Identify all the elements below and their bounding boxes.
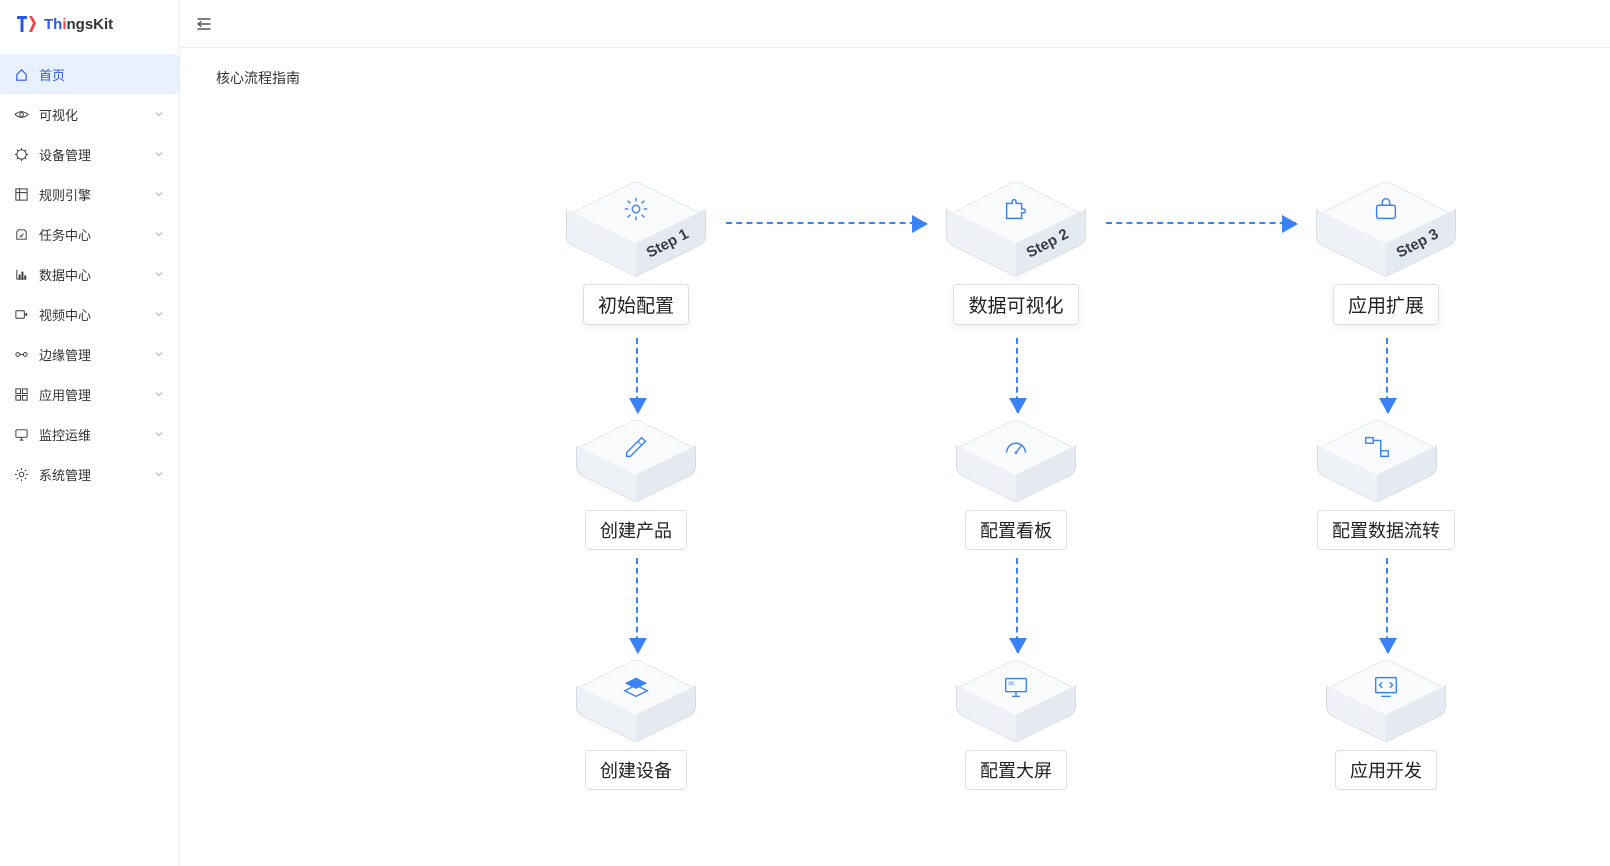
sidebar-item-9[interactable]: 监控运维 [0, 414, 179, 454]
brand-name: ThingsKit [44, 16, 113, 33]
step-node-2[interactable]: Step 2数据可视化 [946, 178, 1086, 325]
chevron-down-icon [153, 108, 165, 120]
sub-node-0-0[interactable]: 创建产品 [576, 418, 696, 550]
chevron-down-icon [153, 188, 165, 200]
step-node-3[interactable]: Step 3应用扩展 [1316, 178, 1456, 325]
sidebar-item-label: 数据中心 [39, 265, 91, 284]
step-label: 初始配置 [583, 284, 689, 325]
sidebar-item-label: 边缘管理 [39, 345, 91, 364]
collapse-sidebar-icon[interactable] [196, 16, 212, 32]
sidebar-item-10[interactable]: 系统管理 [0, 454, 179, 494]
logo-icon [14, 12, 38, 36]
task-icon [14, 227, 29, 242]
sidebar-item-0[interactable]: 首页 [0, 54, 179, 94]
sidebar-item-3[interactable]: 规则引擎 [0, 174, 179, 214]
sidebar-item-1[interactable]: 可视化 [0, 94, 179, 134]
sidebar-menu: 首页可视化设备管理规则引擎任务中心数据中心视频中心边缘管理应用管理监控运维系统管… [0, 48, 179, 494]
sidebar-item-4[interactable]: 任务中心 [0, 214, 179, 254]
chevron-down-icon [153, 268, 165, 280]
flow-canvas: Step 1初始配置 Step 2数据可视化 Step 3应用扩展创建产品创建设备 配… [216, 128, 1574, 828]
sub-label: 创建设备 [585, 750, 687, 790]
step-label: 应用扩展 [1333, 284, 1439, 325]
sub-node-1-1[interactable]: 配置大屏 [956, 658, 1076, 790]
v-arrow-1-0 [1016, 338, 1018, 412]
h-arrow-1 [1106, 222, 1296, 224]
sub-node-2-1[interactable]: 应用开发 [1326, 658, 1446, 790]
chevron-down-icon [153, 148, 165, 160]
sub-node-1-0[interactable]: 配置看板 [956, 418, 1076, 550]
chart-icon [14, 267, 29, 282]
sidebar-item-label: 监控运维 [39, 425, 91, 444]
sidebar-item-label: 设备管理 [39, 145, 91, 164]
section-title: 核心流程指南 [216, 68, 1574, 88]
home-icon [14, 67, 29, 82]
sub-label: 创建产品 [585, 510, 687, 550]
chevron-down-icon [153, 468, 165, 480]
sub-node-2-0[interactable]: 配置数据流转 [1317, 418, 1455, 550]
v-arrow-0-1 [636, 558, 638, 652]
sidebar-item-label: 应用管理 [39, 385, 91, 404]
sidebar-item-label: 视频中心 [39, 305, 91, 324]
sub-label: 应用开发 [1335, 750, 1437, 790]
chevron-down-icon [153, 228, 165, 240]
logo[interactable]: ThingsKit [0, 0, 179, 48]
rule-icon [14, 187, 29, 202]
v-arrow-2-1 [1386, 558, 1388, 652]
sub-label: 配置看板 [965, 510, 1067, 550]
sub-label: 配置大屏 [965, 750, 1067, 790]
device-icon [14, 147, 29, 162]
main: 核心流程指南 Step 1初始配置 Step 2数据可视化 Step 3应用扩展创建… [180, 0, 1610, 866]
v-arrow-0-0 [636, 338, 638, 412]
sub-label: 配置数据流转 [1317, 510, 1455, 550]
app-icon [14, 387, 29, 402]
sidebar-item-label: 可视化 [39, 105, 78, 124]
sidebar: ThingsKit 首页可视化设备管理规则引擎任务中心数据中心视频中心边缘管理应… [0, 0, 180, 866]
video-icon [14, 307, 29, 322]
step-node-1[interactable]: Step 1初始配置 [566, 178, 706, 325]
gear-icon [14, 467, 29, 482]
sidebar-item-8[interactable]: 应用管理 [0, 374, 179, 414]
sidebar-item-label: 系统管理 [39, 465, 91, 484]
sidebar-item-2[interactable]: 设备管理 [0, 134, 179, 174]
sidebar-item-6[interactable]: 视频中心 [0, 294, 179, 334]
content: 核心流程指南 Step 1初始配置 Step 2数据可视化 Step 3应用扩展创建… [180, 48, 1610, 866]
sidebar-item-label: 任务中心 [39, 225, 91, 244]
v-arrow-1-1 [1016, 558, 1018, 652]
sidebar-item-label: 规则引擎 [39, 185, 91, 204]
chevron-down-icon [153, 428, 165, 440]
chevron-down-icon [153, 348, 165, 360]
step-label: 数据可视化 [953, 284, 1078, 325]
topbar [180, 0, 1610, 48]
sidebar-item-5[interactable]: 数据中心 [0, 254, 179, 294]
monitor-icon [14, 427, 29, 442]
eye-icon [14, 107, 29, 122]
v-arrow-2-0 [1386, 338, 1388, 412]
chevron-down-icon [153, 388, 165, 400]
sidebar-item-label: 首页 [39, 65, 65, 84]
sub-node-0-1[interactable]: 创建设备 [576, 658, 696, 790]
sidebar-item-7[interactable]: 边缘管理 [0, 334, 179, 374]
edge-icon [14, 347, 29, 362]
chevron-down-icon [153, 308, 165, 320]
h-arrow-0 [726, 222, 926, 224]
